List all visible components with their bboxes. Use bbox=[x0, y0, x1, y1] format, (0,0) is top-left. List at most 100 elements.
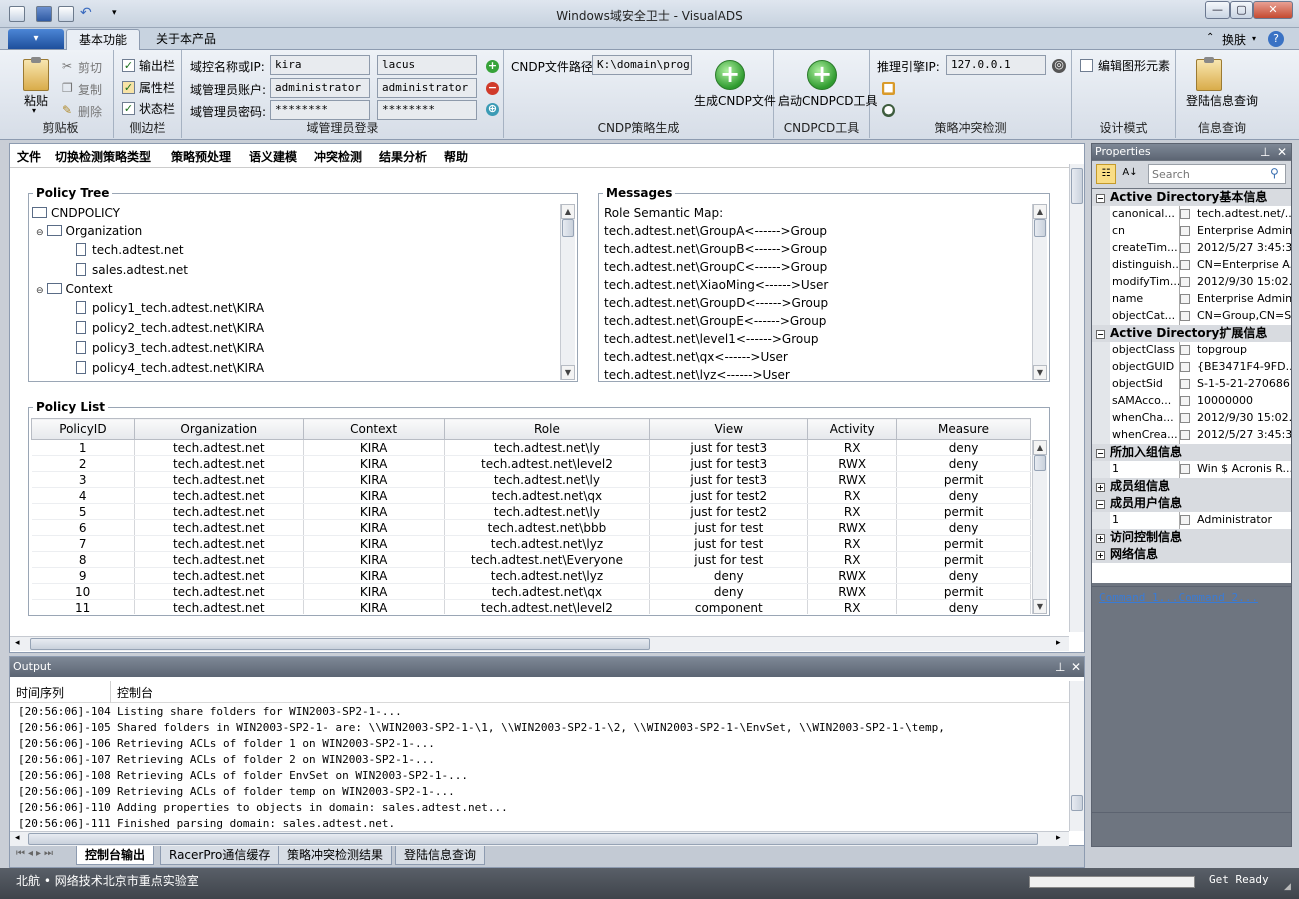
admin-password-input-1[interactable]: ******** bbox=[270, 100, 370, 120]
skin-button[interactable]: 换肤 bbox=[1222, 31, 1246, 48]
admin-account-input-2[interactable]: administrator bbox=[377, 78, 477, 98]
minimize-button[interactable]: — bbox=[1205, 1, 1230, 19]
launch-cndpcd-button[interactable]: 启动CNDPCD工具 bbox=[778, 92, 877, 109]
output-vertical-scrollbar[interactable] bbox=[1069, 681, 1084, 831]
paste-dropdown-icon[interactable]: ▾ bbox=[32, 106, 36, 115]
edit-value-icon[interactable] bbox=[1180, 277, 1190, 287]
app-menu-button[interactable]: ▾ bbox=[8, 29, 64, 49]
close-panel-icon[interactable]: ✕ bbox=[1277, 144, 1287, 160]
scroll-down-icon[interactable]: ▼ bbox=[561, 365, 575, 380]
scroll-left-icon[interactable]: ◂ bbox=[15, 638, 20, 648]
property-category[interactable]: + 成员组信息 bbox=[1092, 478, 1291, 495]
main-vertical-scrollbar[interactable] bbox=[1069, 164, 1084, 632]
status-bar-checkbox[interactable]: ✓ bbox=[122, 102, 135, 115]
load-icon[interactable]: ■ bbox=[882, 82, 895, 95]
property-row[interactable]: objectSid S-1-5-21-270686... bbox=[1092, 376, 1291, 393]
tree-policy-item[interactable]: policy4_tech.adtest.net\KIRA bbox=[76, 361, 264, 375]
cndp-path-input[interactable]: K:\domain\progra bbox=[592, 55, 692, 75]
column-header[interactable]: Context bbox=[302, 418, 445, 440]
tab-login-info[interactable]: 登陆信息查询 bbox=[395, 846, 486, 865]
scroll-left-icon[interactable]: ◂ bbox=[15, 833, 20, 843]
table-row[interactable]: 4 tech.adtest.net KIRA tech.adtest.net\qx ju… bbox=[31, 487, 1031, 504]
search-icon[interactable]: ⚲ bbox=[1270, 166, 1279, 180]
property-row[interactable]: sAMAcco... 10000000 bbox=[1092, 393, 1291, 410]
tab-about-product[interactable]: 关于本产品 bbox=[144, 29, 228, 50]
menu-result-analysis[interactable]: 结果分析 bbox=[379, 148, 427, 165]
property-row[interactable]: name Enterprise Admins bbox=[1092, 291, 1291, 308]
collapse-icon[interactable]: − bbox=[1096, 500, 1105, 509]
table-row[interactable]: 6 tech.adtest.net KIRA tech.adtest.net\bbb j… bbox=[31, 519, 1031, 536]
collapse-icon[interactable]: ⊖ bbox=[36, 286, 44, 296]
edit-value-icon[interactable] bbox=[1180, 413, 1190, 423]
property-category[interactable]: − Active Directory基本信息 bbox=[1092, 189, 1291, 206]
edit-value-icon[interactable] bbox=[1180, 396, 1190, 406]
engine-ip-input[interactable]: 127.0.0.1 bbox=[946, 55, 1046, 75]
edit-value-icon[interactable] bbox=[1180, 260, 1190, 270]
edit-value-icon[interactable] bbox=[1180, 345, 1190, 355]
sort-alphabetical-icon[interactable]: A↓ bbox=[1120, 164, 1140, 184]
column-header[interactable]: Measure bbox=[896, 418, 1031, 440]
scroll-thumb[interactable] bbox=[28, 833, 1038, 845]
output-bar-checkbox[interactable]: ✓ bbox=[122, 59, 135, 72]
scroll-thumb[interactable] bbox=[562, 219, 574, 237]
close-panel-icon[interactable]: ✕ bbox=[1071, 657, 1081, 677]
property-row[interactable]: createTim... 2012/5/27 3:45:36 bbox=[1092, 240, 1291, 257]
property-row[interactable]: whenCha... 2012/9/30 15:02... bbox=[1092, 410, 1291, 427]
tree-org-item[interactable]: tech.adtest.net bbox=[76, 243, 184, 257]
scroll-down-icon[interactable]: ▼ bbox=[1033, 599, 1047, 614]
dc-ip-input-1[interactable]: kira bbox=[270, 55, 370, 75]
delete-button[interactable]: 删除 bbox=[78, 103, 102, 120]
property-row[interactable]: 1 Win $ Acronis R... bbox=[1092, 461, 1291, 478]
menu-switch-policy-type[interactable]: 切换检测策略类型 bbox=[55, 148, 151, 165]
tree-root[interactable]: CNDPOLICY bbox=[32, 206, 120, 220]
property-category[interactable]: − Active Directory扩展信息 bbox=[1092, 325, 1291, 342]
property-row[interactable]: 1 Administrator bbox=[1092, 512, 1291, 529]
column-header[interactable]: PolicyID bbox=[31, 418, 135, 440]
scroll-down-icon[interactable]: ▼ bbox=[1033, 365, 1047, 380]
categorized-icon[interactable]: ☷ bbox=[1096, 164, 1116, 184]
edit-value-icon[interactable] bbox=[1180, 362, 1190, 372]
table-row[interactable]: 1 tech.adtest.net KIRA tech.adtest.net\ly ju… bbox=[31, 439, 1031, 456]
scroll-thumb[interactable] bbox=[1071, 168, 1083, 204]
table-row[interactable]: 10 tech.adtest.net KIRA tech.adtest.net\qx d… bbox=[31, 583, 1031, 600]
output-horizontal-scrollbar[interactable]: ◂ ▸ bbox=[10, 831, 1069, 846]
column-header[interactable]: Organization bbox=[133, 418, 304, 440]
admin-account-input-1[interactable]: administrator bbox=[270, 78, 370, 98]
tree-organization[interactable]: ⊖ Organization bbox=[36, 224, 142, 238]
copy-button[interactable]: 复制 bbox=[78, 81, 102, 98]
policy-tree-scrollbar[interactable]: ▲ ▼ bbox=[560, 204, 575, 380]
menu-preprocess[interactable]: 策略预处理 bbox=[171, 148, 231, 165]
table-row[interactable]: 3 tech.adtest.net KIRA tech.adtest.net\ly ju… bbox=[31, 471, 1031, 488]
edit-value-icon[interactable] bbox=[1180, 515, 1190, 525]
property-row[interactable]: objectClass topgroup bbox=[1092, 342, 1291, 359]
property-category[interactable]: − 所加入组信息 bbox=[1092, 444, 1291, 461]
close-button[interactable]: ✕ bbox=[1253, 1, 1293, 19]
property-row[interactable]: whenCrea... 2012/5/27 3:45:36 bbox=[1092, 427, 1291, 444]
scroll-up-icon[interactable]: ▲ bbox=[1033, 204, 1047, 219]
expand-icon[interactable]: + bbox=[1096, 483, 1105, 492]
collapse-icon[interactable]: ⊖ bbox=[36, 228, 44, 238]
admin-password-input-2[interactable]: ******** bbox=[377, 100, 477, 120]
collapse-icon[interactable]: − bbox=[1096, 194, 1105, 203]
skin-dropdown-icon[interactable]: ▾ bbox=[1252, 34, 1256, 43]
property-category[interactable]: − 成员用户信息 bbox=[1092, 495, 1291, 512]
property-row[interactable]: objectCat... CN=Group,CN=S... bbox=[1092, 308, 1291, 325]
edit-value-icon[interactable] bbox=[1180, 243, 1190, 253]
chevron-up-icon[interactable]: ⌃ bbox=[1206, 32, 1214, 43]
commands-link[interactable]: Command 1...Command 2... bbox=[1099, 591, 1258, 604]
policy-list-scrollbar[interactable]: ▲ ▼ bbox=[1032, 440, 1047, 614]
scroll-thumb[interactable] bbox=[1034, 455, 1046, 471]
tree-policy-item[interactable]: policy2_tech.adtest.net\KIRA bbox=[76, 321, 264, 335]
tab-console-output[interactable]: 控制台输出 bbox=[76, 846, 155, 865]
edit-value-icon[interactable] bbox=[1180, 226, 1190, 236]
property-category[interactable]: + 网络信息 bbox=[1092, 546, 1291, 563]
column-header[interactable]: View bbox=[649, 418, 809, 440]
tab-navigation-icon[interactable]: ⏮◂▸⏭ bbox=[16, 848, 56, 859]
menu-semantic-model[interactable]: 语义建模 bbox=[249, 148, 297, 165]
edit-value-icon[interactable] bbox=[1180, 464, 1190, 474]
menu-help[interactable]: 帮助 bbox=[444, 148, 468, 165]
table-row[interactable]: 5 tech.adtest.net KIRA tech.adtest.net\ly ju… bbox=[31, 503, 1031, 520]
property-row[interactable]: distinguish... CN=Enterprise A... bbox=[1092, 257, 1291, 274]
collapse-icon[interactable]: − bbox=[1096, 330, 1105, 339]
pin-icon[interactable]: ⊥ bbox=[1260, 144, 1270, 160]
